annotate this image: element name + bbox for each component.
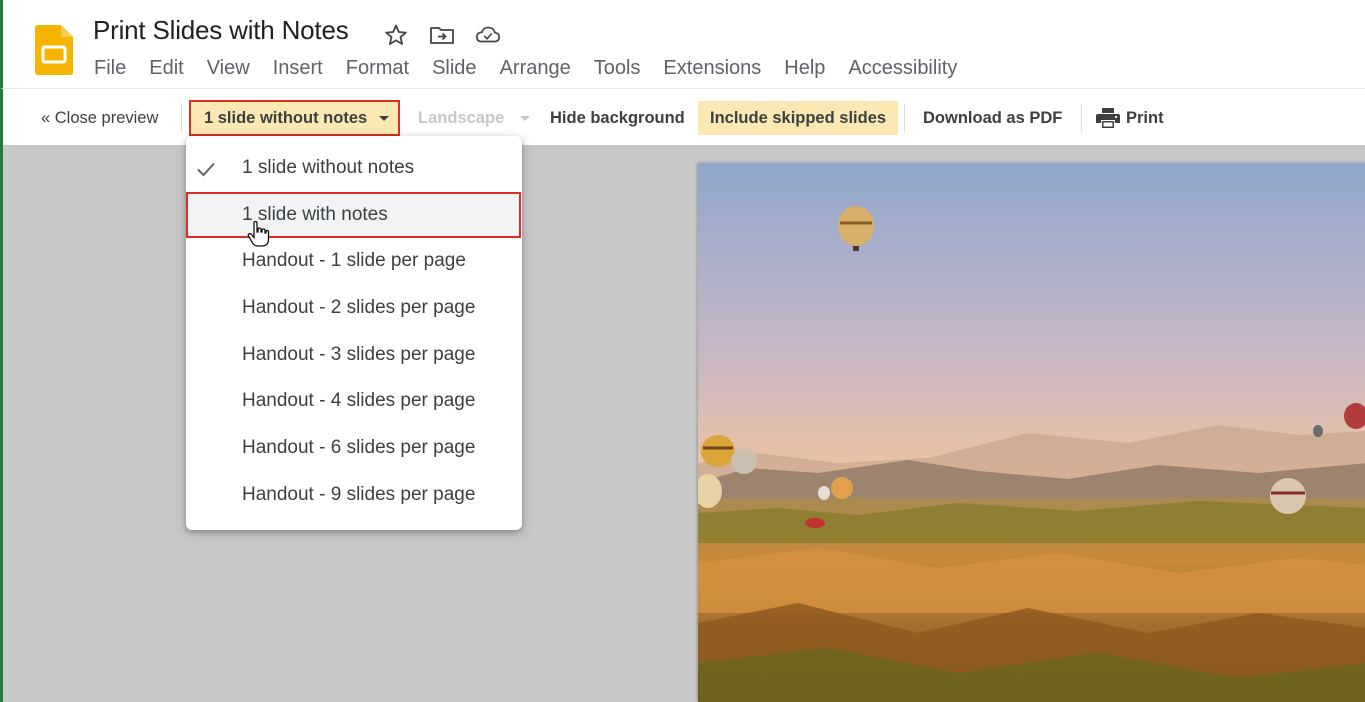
menu-extensions[interactable]: Extensions xyxy=(663,57,761,80)
menu-bar: File Edit View Insert Format Slide Arran… xyxy=(94,57,980,80)
menu-format[interactable]: Format xyxy=(346,57,409,80)
menu-slide[interactable]: Slide xyxy=(432,57,476,80)
layout-option-label: Handout - 2 slides per page xyxy=(242,297,476,319)
app-header: Print Slides with Notes File Edit View I… xyxy=(0,0,1365,88)
include-skipped-slides-button[interactable]: Include skipped slides xyxy=(698,101,899,135)
menu-view[interactable]: View xyxy=(207,57,250,80)
menu-accessibility[interactable]: Accessibility xyxy=(848,57,957,80)
hide-background-button[interactable]: Hide background xyxy=(550,101,685,135)
close-preview-button[interactable]: « Close preview xyxy=(41,101,158,135)
layout-option[interactable]: Handout - 3 slides per page xyxy=(186,332,522,379)
dropdown-caret-icon xyxy=(520,116,531,122)
move-to-folder-icon[interactable] xyxy=(429,22,455,48)
orientation-select: Landscape xyxy=(418,101,531,135)
layout-option-label: Handout - 4 slides per page xyxy=(242,390,476,412)
menu-edit[interactable]: Edit xyxy=(149,57,183,80)
dropdown-caret-icon xyxy=(379,116,389,121)
layout-option[interactable]: Handout - 2 slides per page xyxy=(186,285,522,332)
cloud-saved-icon[interactable] xyxy=(475,22,501,48)
printer-icon xyxy=(1096,108,1120,128)
slide-preview-image xyxy=(698,163,1365,702)
toolbar-divider xyxy=(181,104,182,132)
layout-option-label: Handout - 9 slides per page xyxy=(242,483,476,505)
layout-option-label: 1 slide without notes xyxy=(242,157,415,178)
layout-option-label: Handout - 6 slides per page xyxy=(242,437,476,459)
toolbar-divider xyxy=(1081,104,1082,132)
layout-select[interactable]: 1 slide without notes xyxy=(189,100,400,136)
layout-option[interactable]: Handout - 4 slides per page xyxy=(186,378,522,425)
layout-option-label: Handout - 3 slides per page xyxy=(242,343,476,365)
menu-help[interactable]: Help xyxy=(784,57,825,80)
menu-arrange[interactable]: Arrange xyxy=(500,57,571,80)
print-label: Print xyxy=(1126,109,1164,127)
slides-logo-icon[interactable] xyxy=(35,25,73,75)
checkmark-icon xyxy=(197,162,215,177)
layout-option[interactable]: 1 slide with notes xyxy=(186,191,521,239)
orientation-label: Landscape xyxy=(418,109,505,127)
layout-option[interactable]: 1 slide without notes xyxy=(186,145,522,192)
layout-option-label: 1 slide with notes xyxy=(242,203,388,225)
layout-option[interactable]: Handout - 9 slides per page xyxy=(186,472,522,519)
menu-tools[interactable]: Tools xyxy=(594,57,641,80)
document-title[interactable]: Print Slides with Notes xyxy=(93,15,349,46)
print-button[interactable]: Print xyxy=(1096,101,1164,135)
layout-option[interactable]: Handout - 6 slides per page xyxy=(186,425,522,472)
menu-insert[interactable]: Insert xyxy=(273,57,323,80)
menu-file[interactable]: File xyxy=(94,57,126,80)
layout-select-label: 1 slide without notes xyxy=(204,109,368,127)
star-icon[interactable] xyxy=(383,22,409,48)
layout-option-label: Handout - 1 slide per page xyxy=(242,250,466,272)
toolbar-divider xyxy=(904,104,905,132)
download-pdf-button[interactable]: Download as PDF xyxy=(923,101,1062,135)
layout-option[interactable]: Handout - 1 slide per page xyxy=(186,238,522,285)
layout-dropdown-menu: 1 slide without notes 1 slide with notes… xyxy=(186,136,522,530)
